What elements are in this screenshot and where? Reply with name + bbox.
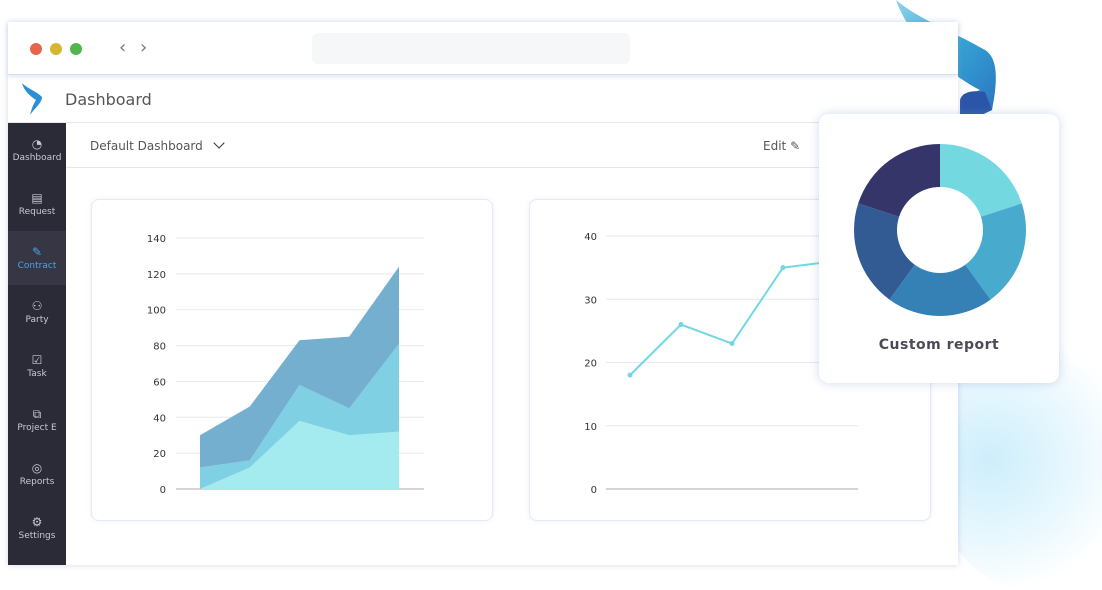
sidebar-item-label: Project E xyxy=(17,422,57,433)
checkbox-icon: ☑ xyxy=(31,352,43,367)
close-button[interactable] xyxy=(30,43,42,55)
sidebar-item-task[interactable]: ☑ Task xyxy=(8,339,66,393)
y-tick-label: 80 xyxy=(153,342,166,353)
gear-icon: ⚙ xyxy=(31,514,43,529)
sidebar-item-dashboard[interactable]: ◔ Dashboard xyxy=(8,123,66,177)
edit-button[interactable]: Edit ✎ xyxy=(763,139,800,153)
sidebar-item-label: Reports xyxy=(19,476,55,487)
data-point xyxy=(729,341,735,347)
chat-icon: ▤ xyxy=(31,190,43,205)
app-logo xyxy=(22,83,42,115)
sidebar-item-label: Task xyxy=(27,368,47,379)
browser-window: ‹ › Dashboard ◔ Dashboard ▤ Request ✎ Contrac… xyxy=(8,22,958,565)
custom-report-card[interactable]: Custom report xyxy=(819,114,1059,383)
address-bar[interactable] xyxy=(312,33,630,64)
sidebar-item-label: Party xyxy=(25,314,49,325)
data-point xyxy=(678,322,684,328)
pencil-icon: ✎ xyxy=(790,139,801,153)
sidebar-item-contract[interactable]: ✎ Contract xyxy=(8,231,66,285)
y-tick-label: 0 xyxy=(160,485,166,496)
chevron-down-icon xyxy=(212,137,225,149)
gauge-icon: ◔ xyxy=(31,136,43,151)
back-icon[interactable]: ‹ xyxy=(119,37,126,58)
page-title: Dashboard xyxy=(65,90,152,109)
y-tick-label: 40 xyxy=(584,232,597,243)
y-tick-label: 60 xyxy=(153,377,166,388)
title-bar: ‹ › xyxy=(8,22,958,75)
app-header: Dashboard xyxy=(8,75,958,123)
sidebar-item-request[interactable]: ▤ Request xyxy=(8,177,66,231)
reports-icon: ◎ xyxy=(31,460,43,475)
dashboard-select[interactable]: Default Dashboard xyxy=(90,137,225,153)
line-series xyxy=(629,260,835,376)
y-tick-label: 20 xyxy=(153,449,166,460)
donut-chart xyxy=(854,144,1026,316)
sidebar-item-party[interactable]: ⚇ Party xyxy=(8,285,66,339)
dashboard-select-value: Default Dashboard xyxy=(90,139,203,153)
donut-slice xyxy=(940,144,1022,217)
y-tick-label: 100 xyxy=(147,306,166,317)
sidebar-item-reports[interactable]: ◎ Reports xyxy=(8,447,66,501)
contract-icon: ✎ xyxy=(31,244,43,259)
y-tick-label: 30 xyxy=(584,295,597,306)
sidebar-item-settings[interactable]: ⚙ Settings xyxy=(8,501,66,555)
y-tick-label: 0 xyxy=(591,485,597,496)
custom-report-title: Custom report xyxy=(878,337,1000,353)
sidebar-item-project-e[interactable]: ⧉ Project E xyxy=(8,393,66,447)
sidebar-item-label: Dashboard xyxy=(12,152,62,163)
y-tick-label: 20 xyxy=(584,359,597,370)
sidebar-item-label: Contract xyxy=(17,260,57,271)
sidebar-item-label: Request xyxy=(18,206,56,217)
area-chart: 0 20 40 60 80 100 120 140 xyxy=(147,234,424,496)
y-tick-label: 120 xyxy=(147,270,166,281)
sidebar-item-label: Settings xyxy=(18,530,56,541)
sidebar: ◔ Dashboard ▤ Request ✎ Contract ⚇ Party ☑ Task ⧉ P… xyxy=(8,123,66,565)
donut-slice xyxy=(858,144,940,217)
project-icon: ⧉ xyxy=(32,406,42,421)
forward-icon[interactable]: › xyxy=(140,37,147,58)
data-point xyxy=(780,265,786,271)
maximize-button[interactable] xyxy=(70,43,82,55)
y-tick-label: 140 xyxy=(147,234,166,245)
y-tick-label: 40 xyxy=(153,413,166,424)
data-point xyxy=(627,372,633,378)
area-chart-card: 0 20 40 60 80 100 120 140 xyxy=(91,199,493,521)
minimize-button[interactable] xyxy=(50,43,62,55)
y-tick-label: 10 xyxy=(584,422,597,433)
party-icon: ⚇ xyxy=(31,298,43,313)
edit-label: Edit xyxy=(763,139,787,153)
